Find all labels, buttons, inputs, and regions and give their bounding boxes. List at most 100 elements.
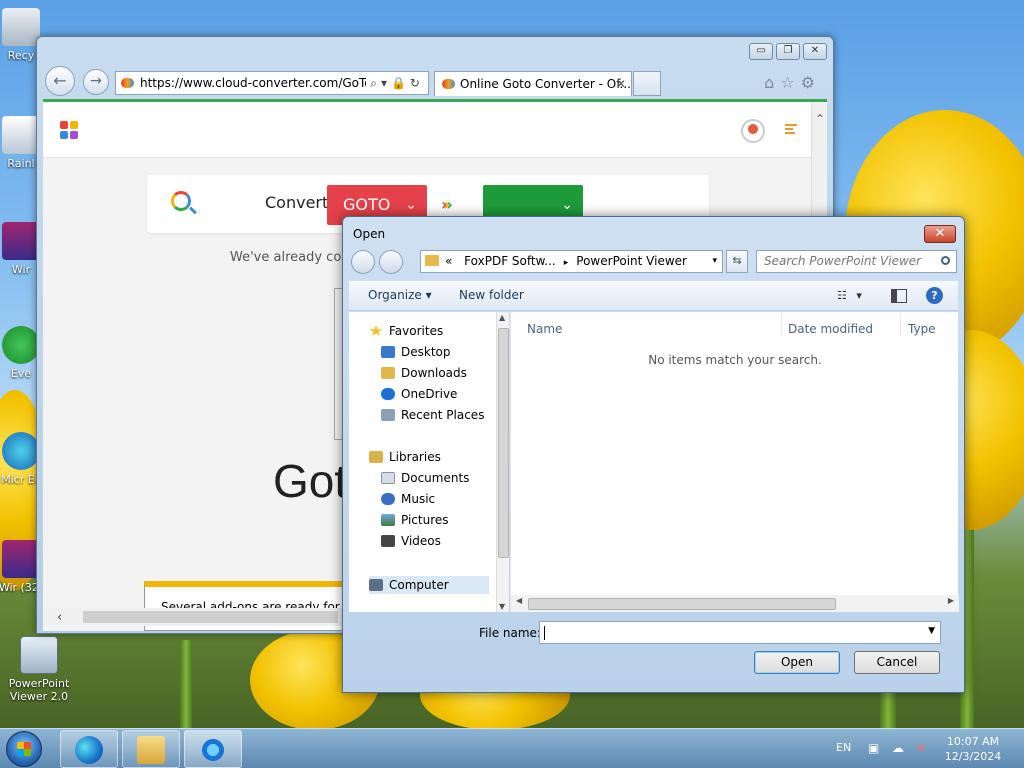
network-icon[interactable]: ▣ — [868, 741, 882, 755]
desktop-icon-label: Micr Ec — [1, 473, 41, 486]
tab-close-icon[interactable]: ✕ — [616, 72, 626, 96]
computer-icon — [369, 579, 383, 591]
scroll-down-icon[interactable]: ▼ — [499, 602, 505, 611]
nav-recent-places[interactable]: Recent Places — [381, 408, 484, 422]
menu-icon[interactable] — [785, 124, 797, 136]
help-icon[interactable]: ? — [926, 287, 943, 304]
close-button[interactable]: ✕ — [803, 43, 827, 60]
refresh-button[interactable]: ⇆ — [726, 250, 748, 273]
dialog-command-bar: Organize ▾ New folder ☷ ▾ ? — [349, 281, 958, 311]
forward-button[interactable]: → — [83, 69, 109, 95]
page-horizontal-scrollbar[interactable]: ‹ — [43, 608, 343, 626]
recycle-bin-icon — [2, 8, 40, 46]
nav-favorites[interactable]: Favorites — [369, 324, 443, 338]
address-bar[interactable]: https://www.cloud-converter.com/GoTo ⌕▾🔒… — [115, 71, 429, 95]
breadcrumb-separator-icon[interactable]: ▸ — [564, 258, 569, 268]
scroll-up-icon[interactable]: ⌃ — [815, 112, 825, 126]
cloud-icon — [381, 388, 395, 400]
cancel-button[interactable]: Cancel — [854, 651, 940, 674]
scrollbar-thumb[interactable] — [83, 611, 338, 623]
settings-gear-icon[interactable]: ⚙ — [801, 73, 821, 92]
column-header-name[interactable]: Name — [527, 322, 562, 336]
nav-libraries[interactable]: Libraries — [369, 450, 441, 464]
nav-pane-scrollbar[interactable]: ▲ ▼ — [496, 312, 509, 612]
scrollbar-thumb[interactable] — [528, 598, 836, 610]
site-logo-icon[interactable] — [60, 121, 78, 139]
breadcrumb-current[interactable]: PowerPoint Viewer — [576, 254, 687, 268]
scroll-up-icon[interactable]: ▲ — [499, 313, 505, 322]
search-shortcut-icon — [2, 326, 40, 364]
navigation-pane: Favorites Desktop Downloads OneDrive Rec… — [349, 312, 509, 612]
dialog-close-button[interactable]: ✕ — [924, 225, 956, 243]
downloads-icon — [381, 367, 395, 379]
nav-documents[interactable]: Documents — [381, 471, 469, 485]
star-icon — [369, 325, 383, 336]
file-name-input[interactable]: ▼ — [539, 621, 941, 644]
nav-computer[interactable]: Computer — [369, 576, 489, 594]
scroll-left-icon[interactable]: ‹ — [57, 610, 62, 625]
page-heading: Got — [273, 455, 348, 507]
breadcrumb[interactable]: « FoxPDF Softw... ▸ PowerPoint Viewer ▾ — [420, 250, 723, 273]
user-avatar[interactable] — [741, 119, 765, 143]
scrollbar-thumb[interactable] — [498, 328, 509, 558]
desktop-icon-powerpoint-viewer[interactable]: PowerPoint Viewer 2.0 — [2, 636, 76, 703]
new-tab-button[interactable] — [633, 71, 661, 96]
system-clock[interactable]: 10:07 AM 12/3/2024 — [938, 734, 1008, 764]
browser-tab-active[interactable]: Online Goto Converter - Of... ✕ — [434, 71, 632, 96]
volume-muted-icon[interactable]: ✕ — [916, 741, 930, 755]
column-header-type[interactable]: Type — [908, 322, 936, 336]
desktop-icon — [381, 346, 395, 358]
start-button[interactable] — [6, 731, 42, 767]
search-icon — [941, 256, 950, 265]
column-divider[interactable] — [781, 314, 782, 336]
calendar-shortcut-icon — [2, 116, 40, 154]
favorites-star-icon[interactable]: ☆ — [780, 73, 800, 92]
taskbar-ie-button[interactable] — [184, 730, 242, 768]
search-input[interactable]: Search PowerPoint Viewer — [756, 250, 957, 273]
view-options-icon[interactable]: ☷ ▾ — [837, 289, 865, 302]
new-folder-button[interactable]: New folder — [459, 288, 524, 302]
restore-button[interactable]: ❐ — [776, 43, 800, 60]
chevron-down-icon[interactable]: ▼ — [928, 626, 935, 636]
nav-downloads[interactable]: Downloads — [381, 366, 467, 380]
folder-icon — [425, 255, 439, 266]
address-bar-tools-icon[interactable]: ⌕▾🔒↻ — [366, 72, 424, 94]
dialog-forward-button[interactable] — [379, 250, 403, 274]
chevron-down-icon[interactable]: ▾ — [712, 251, 717, 272]
search-placeholder: Search PowerPoint Viewer — [764, 254, 922, 268]
column-divider[interactable] — [900, 314, 901, 336]
column-header-date-modified[interactable]: Date modified — [788, 322, 873, 336]
back-button[interactable]: ← — [45, 66, 75, 96]
convert-label: Convert — [265, 193, 329, 212]
language-indicator[interactable]: EN — [836, 741, 851, 754]
organize-button[interactable]: Organize ▾ — [368, 288, 432, 302]
scroll-left-icon[interactable]: ◀ — [516, 596, 522, 605]
window-caption-buttons: ▭ ❐ ✕ — [749, 43, 827, 60]
nav-desktop[interactable]: Desktop — [381, 345, 451, 359]
onedrive-cloud-icon[interactable]: ☁ — [892, 741, 906, 755]
dialog-title: Open — [353, 227, 386, 241]
clock-time: 10:07 AM — [946, 735, 1000, 748]
minimize-button[interactable]: ▭ — [749, 43, 773, 60]
dialog-nav-buttons — [351, 249, 409, 275]
empty-results-message: No items match your search. — [648, 353, 822, 367]
desktop-icon-label: Eve — [10, 367, 32, 380]
open-button[interactable]: Open — [754, 651, 840, 674]
search-icon — [171, 191, 191, 211]
site-favicon-icon — [121, 78, 134, 88]
scroll-right-icon[interactable]: ▶ — [948, 596, 954, 605]
nav-pictures[interactable]: Pictures — [381, 513, 449, 527]
taskbar-explorer-button[interactable] — [122, 730, 180, 768]
nav-music[interactable]: Music — [381, 492, 435, 506]
folder-icon — [137, 736, 165, 764]
tab-favicon-icon — [442, 79, 455, 89]
home-icon[interactable]: ⌂ — [764, 73, 780, 92]
nav-onedrive[interactable]: OneDrive — [381, 387, 457, 401]
nav-videos[interactable]: Videos — [381, 534, 441, 548]
desktop-icon-label: Recy — [7, 49, 35, 62]
taskbar-edge-button[interactable] — [60, 730, 118, 768]
preview-pane-icon[interactable] — [891, 289, 907, 303]
breadcrumb-parent[interactable]: FoxPDF Softw... — [464, 254, 556, 268]
file-list-horizontal-scrollbar[interactable]: ◀ ▶ — [511, 595, 959, 612]
dialog-back-button[interactable] — [351, 250, 375, 274]
